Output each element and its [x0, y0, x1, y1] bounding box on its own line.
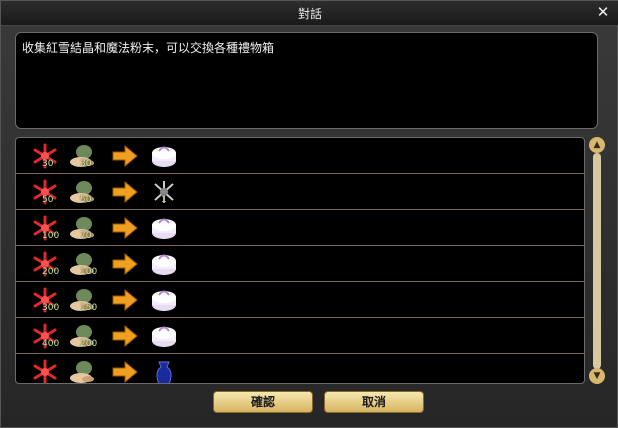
scrollbar[interactable]: ▲ ▼ — [589, 137, 605, 384]
red-snow-crystal-icon: 100 — [30, 214, 60, 242]
magic-powder-icon: 70 — [68, 214, 98, 242]
magic-powder-icon — [68, 358, 98, 383]
magic-powder-icon: 30 — [68, 142, 98, 170]
item-quantity: 400 — [42, 339, 60, 349]
red-snow-crystal-icon: 30 — [30, 142, 60, 170]
gift-box-icon — [149, 142, 179, 170]
item-quantity: 100 — [80, 267, 98, 277]
silver-ornament-icon: 1 — [149, 178, 179, 206]
item-quantity: 70 — [80, 231, 92, 241]
arrow-right-icon — [110, 142, 140, 170]
arrow-right-icon — [110, 322, 140, 350]
gift-box-icon — [149, 214, 179, 242]
red-snow-crystal-icon — [30, 358, 60, 383]
exchange-row[interactable]: 200 100 — [16, 246, 584, 282]
item-quantity: 30 — [42, 159, 54, 169]
exchange-row[interactable]: 400 200 — [16, 318, 584, 354]
item-quantity: 50 — [42, 195, 54, 205]
chevron-down-icon: ▼ — [593, 371, 601, 381]
scroll-track[interactable] — [593, 153, 601, 369]
cancel-button[interactable]: 取消 — [324, 391, 424, 413]
item-quantity: 200 — [80, 339, 98, 349]
magic-powder-icon: 200 — [68, 322, 98, 350]
item-quantity: 100 — [42, 231, 60, 241]
chevron-up-icon: ▲ — [593, 140, 601, 150]
arrow-right-icon — [110, 214, 140, 242]
close-button[interactable]: ✕ — [595, 4, 611, 20]
item-quantity: 1 — [161, 195, 167, 205]
item-quantity: 300 — [42, 303, 60, 313]
arrow-right-icon — [110, 178, 140, 206]
exchange-row[interactable]: 100 70 — [16, 210, 584, 246]
magic-powder-icon: 150 — [68, 286, 98, 314]
exchange-list: 30 30 50 50 1 100 70 200 100 300 150 400… — [15, 137, 585, 384]
gift-box-icon — [149, 286, 179, 314]
blue-vase-icon — [149, 358, 179, 383]
arrow-right-icon — [110, 250, 140, 278]
item-quantity: 50 — [80, 195, 92, 205]
item-quantity: 30 — [80, 159, 92, 169]
item-quantity: 200 — [42, 267, 60, 277]
magic-powder-icon: 100 — [68, 250, 98, 278]
magic-powder-icon: 50 — [68, 178, 98, 206]
exchange-row[interactable]: 50 50 1 — [16, 174, 584, 210]
exchange-row[interactable] — [16, 354, 584, 383]
close-icon: ✕ — [596, 3, 610, 21]
dialog-window: 對話 ✕ 收集紅雪結晶和魔法粉末，可以交換各種禮物箱 30 30 50 50 1… — [0, 0, 618, 428]
confirm-button[interactable]: 確認 — [213, 391, 313, 413]
scroll-up-button[interactable]: ▲ — [589, 137, 605, 153]
window-title: 對話 — [297, 7, 322, 21]
red-snow-crystal-icon: 400 — [30, 322, 60, 350]
arrow-right-icon — [110, 286, 140, 314]
message-text: 收集紅雪結晶和魔法粉末，可以交換各種禮物箱 — [22, 41, 275, 55]
red-snow-crystal-icon: 50 — [30, 178, 60, 206]
gift-box-icon — [149, 250, 179, 278]
scroll-down-button[interactable]: ▼ — [589, 368, 605, 384]
arrow-right-icon — [110, 358, 140, 383]
exchange-row[interactable]: 30 30 — [16, 138, 584, 174]
item-quantity: 150 — [80, 303, 98, 313]
red-snow-crystal-icon: 300 — [30, 286, 60, 314]
title-bar[interactable]: 對話 ✕ — [1, 1, 618, 26]
message-box: 收集紅雪結晶和魔法粉末，可以交換各種禮物箱 — [15, 32, 598, 129]
gift-box-icon — [149, 322, 179, 350]
exchange-row[interactable]: 300 150 — [16, 282, 584, 318]
red-snow-crystal-icon: 200 — [30, 250, 60, 278]
